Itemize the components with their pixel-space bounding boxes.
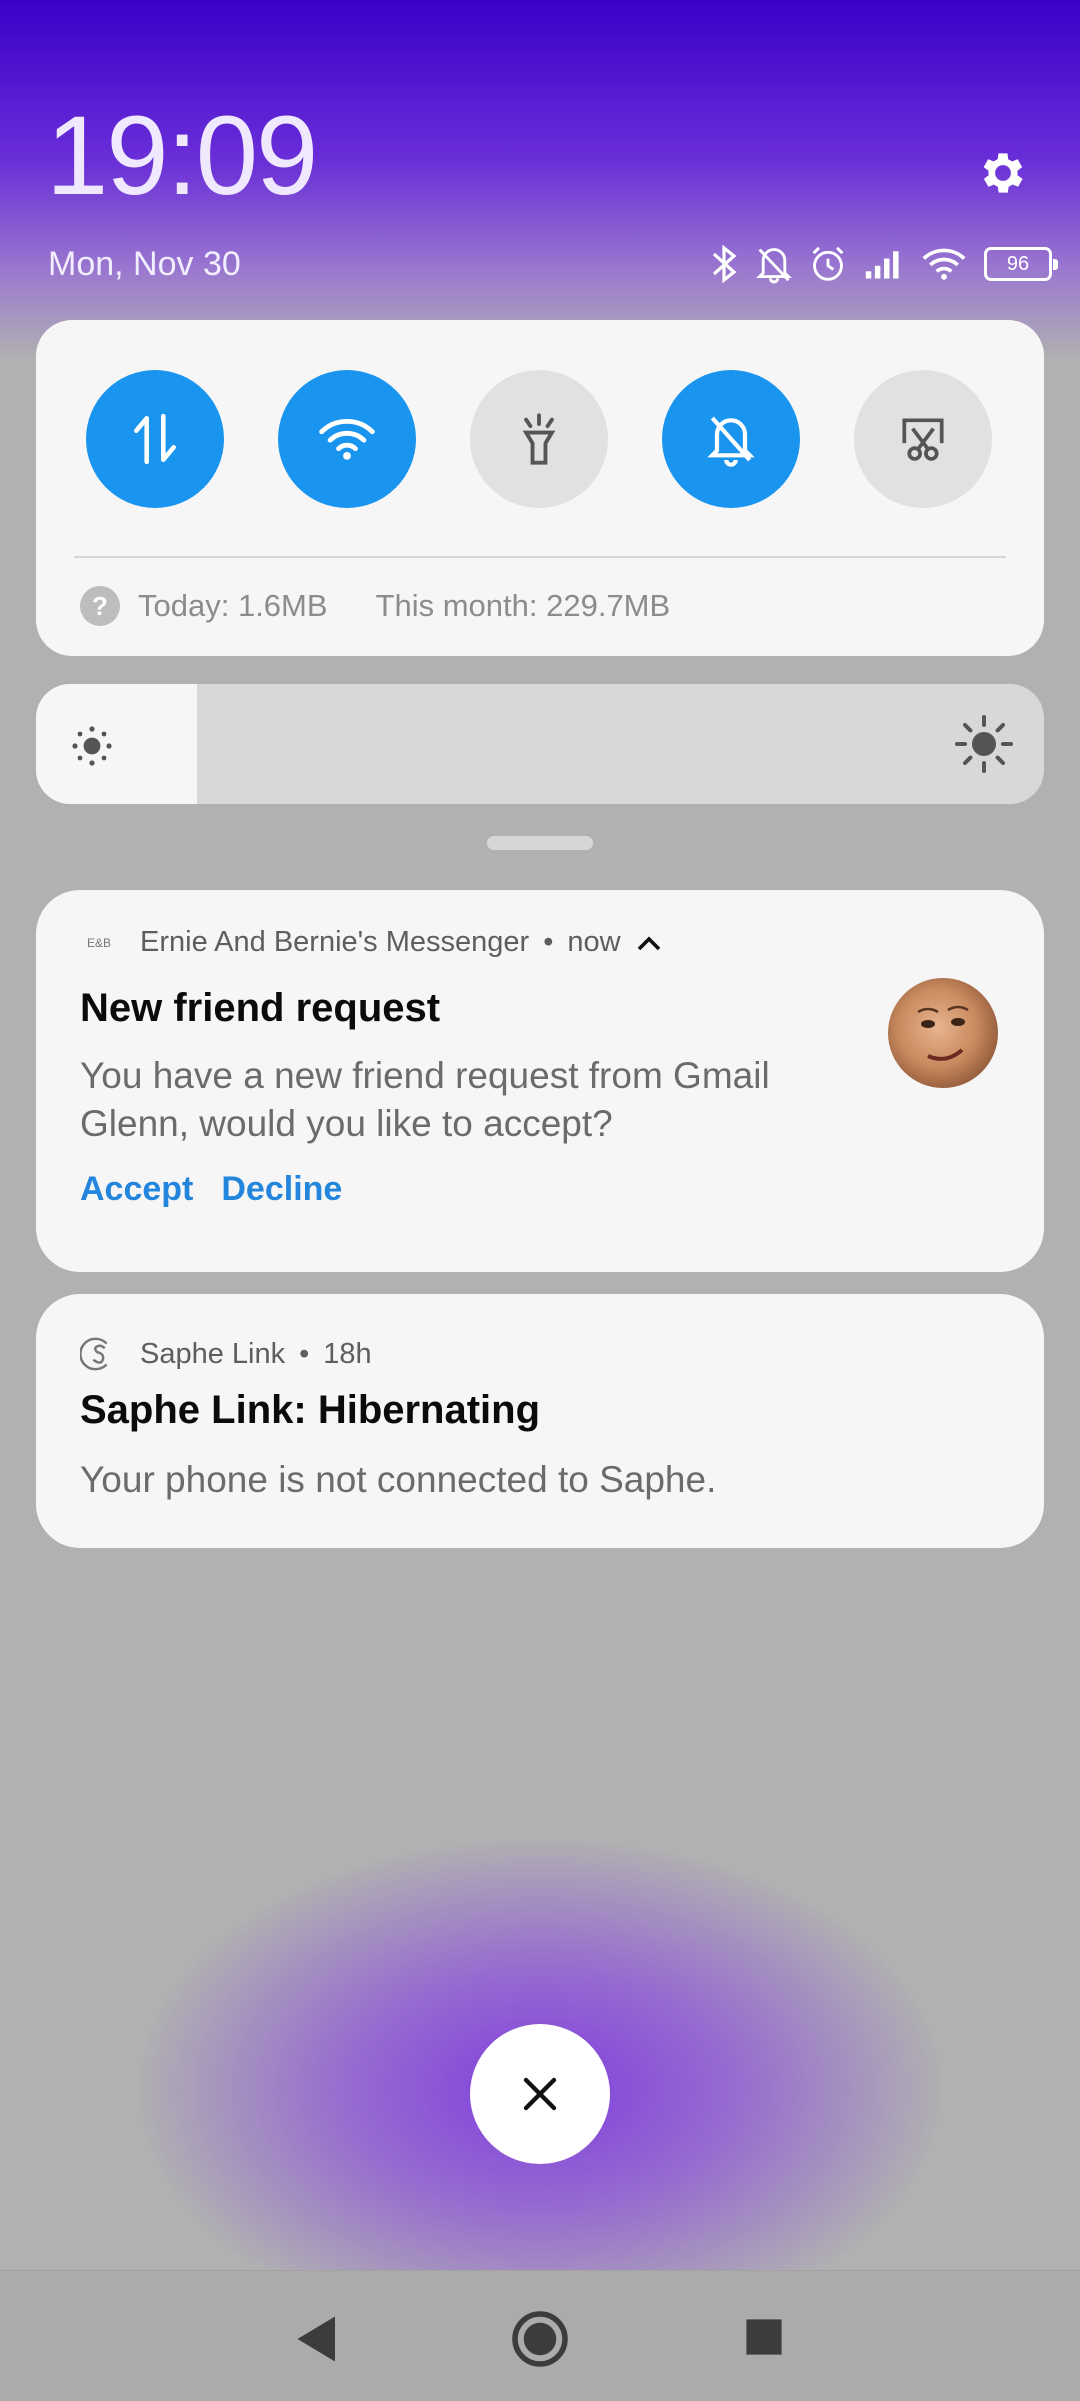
notification-title: Saphe Link: Hibernating [80, 1388, 541, 1432]
help-icon: ? [80, 586, 120, 626]
home-icon[interactable] [510, 2309, 570, 2369]
avatar [888, 978, 998, 1088]
divider [74, 556, 1006, 558]
alarm-icon [812, 246, 844, 281]
navigation-bar [0, 2270, 1080, 2401]
notification-header: E&B Ernie And Bernie's Messenger • now [80, 926, 661, 959]
chevron-up-icon[interactable] [637, 935, 661, 951]
quick-settings-panel: ? Today: 1.6MB This month: 229.7MB [36, 320, 1044, 656]
date: Mon, Nov 30 [48, 245, 241, 283]
clear-all-button[interactable] [470, 2024, 610, 2164]
bell-off-icon [707, 416, 755, 467]
mobile-data-toggle[interactable] [86, 370, 224, 508]
brightness-slider[interactable] [36, 684, 1044, 804]
close-icon [523, 2077, 557, 2111]
screenshot-toggle[interactable] [854, 370, 992, 508]
decline-button[interactable]: Decline [221, 1170, 342, 1209]
brightness-fill [36, 684, 198, 804]
mute-toggle[interactable] [662, 370, 800, 508]
data-usage[interactable]: ? Today: 1.6MB This month: 229.7MB [80, 586, 670, 626]
notification-body: You have a new friend request from Gmail… [80, 1055, 770, 1144]
wifi-icon [319, 418, 375, 460]
usage-month: This month: 229.7MB [375, 588, 671, 623]
clock: 19:09 [46, 93, 318, 218]
notification-header: Saphe Link • 18h [80, 1334, 372, 1374]
usage-today: Today: 1.6MB [138, 588, 328, 623]
app-name: Ernie And Bernie's Messenger [140, 926, 530, 958]
notification-saphe[interactable]: Saphe Link • 18h Saphe Link: Hibernating… [36, 1294, 1044, 1548]
wifi-toggle[interactable] [278, 370, 416, 508]
back-icon[interactable] [290, 2309, 340, 2369]
notification-title: New friend request [80, 986, 441, 1030]
data-arrows-icon [134, 413, 176, 465]
battery-icon: 96 [984, 247, 1058, 281]
status-icons: 96 [710, 240, 1058, 288]
accept-button[interactable]: Accept [80, 1170, 193, 1209]
notification-body: Your phone is not connected to Saphe. [80, 1459, 717, 1500]
notification-time: now [567, 926, 621, 958]
app-icon: E&B [86, 935, 111, 950]
notification-friend-request[interactable]: E&B Ernie And Bernie's Messenger • now N… [36, 890, 1044, 1272]
signal-icon [865, 251, 899, 279]
scissors-screen-icon [902, 418, 944, 461]
gear-icon[interactable] [976, 146, 1030, 200]
flashlight-icon [522, 413, 556, 465]
notification-time: 18h [323, 1337, 372, 1370]
mute-icon [756, 248, 792, 284]
separator: • [543, 926, 554, 958]
saphe-app-icon [80, 1337, 108, 1371]
wifi-icon [922, 248, 966, 280]
notification-actions: Accept Decline [80, 1170, 342, 1209]
recents-icon[interactable] [742, 2315, 786, 2359]
drag-handle[interactable] [487, 836, 593, 850]
app-name: Saphe Link [140, 1337, 286, 1370]
separator: • [299, 1337, 310, 1370]
flashlight-toggle[interactable] [470, 370, 608, 508]
brightness-low-icon [72, 726, 112, 766]
bluetooth-icon [712, 244, 737, 284]
brightness-high-icon [955, 715, 1013, 773]
